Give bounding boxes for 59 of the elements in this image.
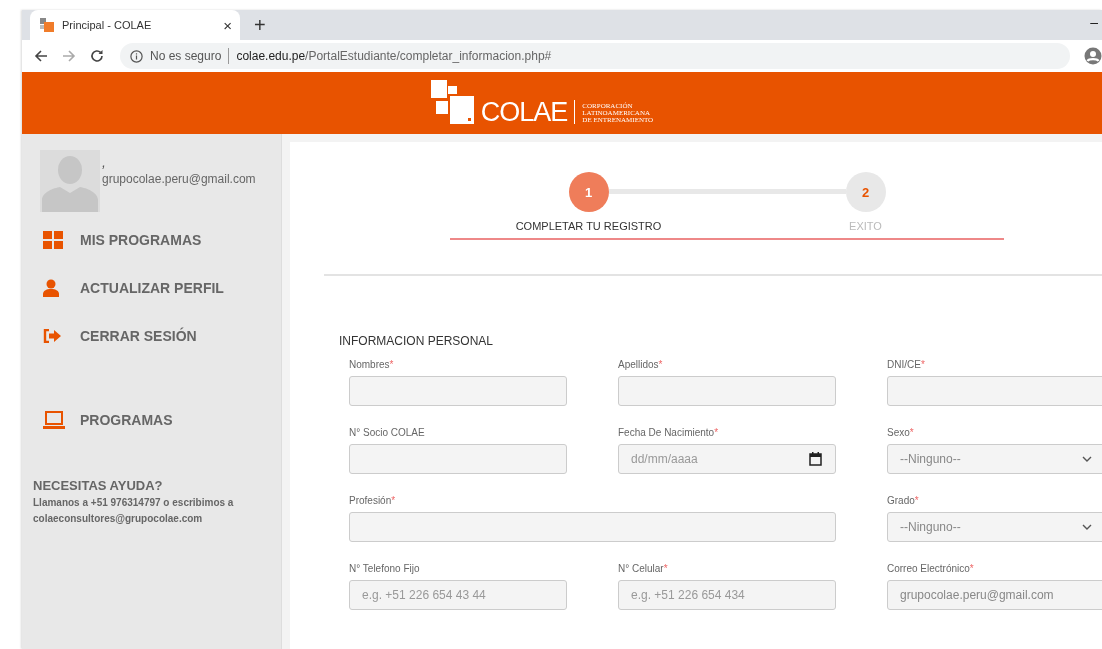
reload-icon[interactable]	[90, 49, 104, 63]
security-label: No es seguro	[150, 49, 222, 63]
squares-icon	[40, 18, 54, 32]
chevron-down-icon	[1082, 524, 1092, 530]
field-label: Sexo*	[887, 426, 915, 440]
dropdown[interactable]: --Ninguno--	[887, 444, 1102, 474]
date-field[interactable]: dd/mm/aaaa	[618, 444, 836, 474]
field-label: Grado*	[887, 494, 920, 508]
input-field[interactable]	[349, 444, 567, 474]
field-label: N° Telefono Fijo	[349, 562, 421, 576]
input-field[interactable]: e.g. +51 226 654 43 44	[349, 580, 567, 610]
logo-squares-drawing	[430, 80, 477, 124]
step-label: EXITO	[849, 220, 882, 232]
url-text: colae.edu.pe/PortalEstudiante/completar_informacion.php#	[236, 49, 552, 63]
step-number: 2	[845, 172, 886, 212]
input-field[interactable]	[618, 376, 836, 406]
field-label: Correo Electrónico*	[887, 562, 975, 576]
laptop-icon	[43, 411, 65, 429]
address-bar[interactable]: No es seguro colae.edu.pe/PortalEstudiante/completar_informacion.php#	[120, 43, 1070, 69]
new-tab-button[interactable]: +	[254, 14, 266, 36]
person-icon	[43, 279, 59, 297]
field-label: N° Socio COLAE	[349, 426, 426, 440]
input-field[interactable]: e.g. +51 226 654 434	[618, 580, 836, 610]
input-field[interactable]	[349, 376, 567, 406]
section-heading: INFORMACION PERSONAL	[339, 334, 495, 348]
sidebar-menu-item[interactable]: MIS PROGRAMAS	[43, 230, 281, 250]
sidebar-menu-item[interactable]: PROGRAMAS	[43, 410, 281, 430]
avatar-silhouette	[40, 150, 100, 212]
help-text: Llamanos a +51 976314797 o escribimos a colaeconsultores@grupocolae.com	[33, 496, 235, 526]
help-heading: NECESITAS AYUDA?	[33, 478, 164, 493]
field-label: N° Celular*	[618, 562, 669, 576]
step-label: COMPLETAR TU REGISTRO	[515, 220, 662, 232]
field-label: Nombres*	[349, 358, 395, 372]
logo-text: COLAE	[480, 100, 568, 124]
profile-icon[interactable]	[1084, 47, 1102, 65]
minimize-button[interactable]: –	[1090, 14, 1098, 30]
calendar-icon[interactable]	[809, 452, 822, 466]
chevron-down-icon	[1082, 456, 1092, 462]
input-field[interactable]: grupocolae.peru@gmail.com	[887, 580, 1102, 610]
field-label: Fecha De Nacimiento*	[618, 426, 720, 440]
close-tab-button[interactable]: ×	[223, 16, 232, 34]
back-arrow-icon[interactable]	[34, 49, 48, 63]
step-number: 1	[568, 172, 609, 212]
sidebar-menu-item[interactable]: ACTUALIZAR PERFIL	[43, 278, 281, 298]
user-name: ,	[102, 156, 107, 168]
input-field[interactable]	[349, 512, 836, 542]
field-label: Profesión*	[349, 494, 397, 508]
browser-tab[interactable]: Principal - COLAE ×	[30, 10, 240, 40]
logout-icon	[43, 329, 61, 343]
field-label: DNI/CE*	[887, 358, 926, 372]
sidebar-menu-item[interactable]: CERRAR SESIÓN	[43, 326, 281, 346]
grid-icon	[43, 231, 63, 249]
user-email: grupocolae.peru@gmail.com	[102, 172, 256, 186]
field-label: Apellidos*	[618, 358, 664, 372]
info-icon	[130, 49, 143, 63]
forward-arrow-icon[interactable]	[62, 49, 76, 63]
dropdown[interactable]: --Ninguno--	[887, 512, 1102, 542]
input-field[interactable]	[887, 376, 1102, 406]
tab-title: Principal - COLAE	[62, 19, 153, 31]
